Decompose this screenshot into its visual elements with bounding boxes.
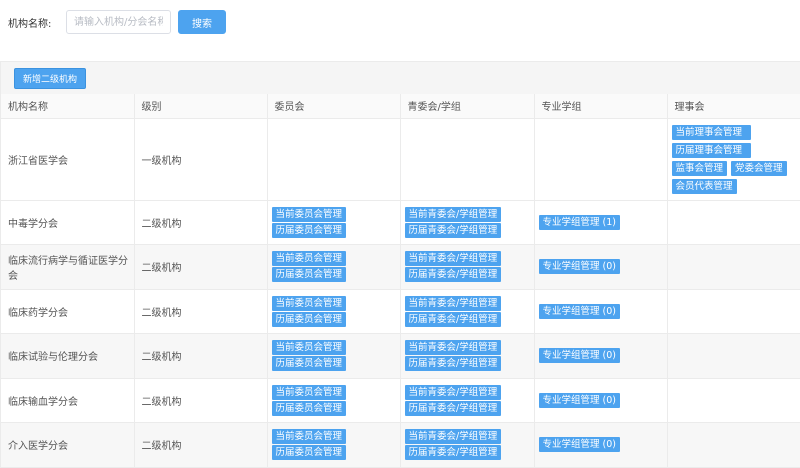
specialty-group-cell: 专业学组管理 (0) — [534, 289, 668, 334]
past-youth-committee-button[interactable]: 历届青委会/学组管理 — [404, 400, 502, 416]
committee-cell — [267, 118, 401, 201]
current-youth-committee-button[interactable]: 当前青委会/学组管理 — [404, 429, 502, 445]
current-youth-committee-button[interactable]: 当前青委会/学组管理 — [404, 384, 502, 400]
table-header-row: 机构名称 级别 委员会 青委会/学组 专业学组 理事会 — [1, 94, 800, 119]
member-representatives-button[interactable]: 会员代表管理 — [671, 178, 737, 194]
past-committee-button[interactable]: 历届委员会管理 — [271, 267, 347, 283]
search-button[interactable]: 搜索 — [178, 10, 226, 34]
org-level-cell: 二级机构 — [134, 378, 268, 423]
council-cell: 当前理事会管理 历届理事会管理 监事会管理 党委会管理 会员代表管理 — [667, 118, 800, 201]
specialty-group-button[interactable]: 专业学组管理 (0) — [538, 348, 620, 364]
org-name-cell: 中毒学分会 — [1, 200, 135, 245]
current-committee-button[interactable]: 当前委员会管理 — [271, 251, 347, 267]
org-level-cell: 二级机构 — [134, 200, 268, 245]
add-secondary-org-button[interactable]: 新增二级机构 — [14, 67, 87, 89]
past-youth-committee-button[interactable]: 历届青委会/学组管理 — [404, 267, 502, 283]
org-level-cell: 一级机构 — [134, 118, 268, 201]
header-committee: 委员会 — [267, 94, 401, 119]
council-cell — [667, 289, 800, 334]
search-input[interactable] — [66, 10, 171, 34]
org-panel: 新增二级机构 机构名称 级别 委员会 青委会/学组 专业学组 理事会 浙江省医学… — [0, 61, 800, 468]
specialty-group-button[interactable]: 专业学组管理 (0) — [538, 303, 620, 319]
current-committee-button[interactable]: 当前委员会管理 — [271, 384, 347, 400]
table-row: 浙江省医学会 一级机构 当前理事会管理 历届理事会管理 监事会管理 党委会管理 … — [1, 118, 800, 201]
youth-committee-cell: 当前青委会/学组管理 历届青委会/学组管理 — [400, 333, 535, 379]
current-youth-committee-button[interactable]: 当前青委会/学组管理 — [404, 251, 502, 267]
past-committee-button[interactable]: 历届委员会管理 — [271, 222, 347, 238]
past-youth-committee-button[interactable]: 历届青委会/学组管理 — [404, 445, 502, 461]
current-council-button[interactable]: 当前理事会管理 — [671, 124, 751, 140]
committee-cell: 当前委员会管理 历届委员会管理 — [267, 200, 401, 245]
current-committee-button[interactable]: 当前委员会管理 — [271, 295, 347, 311]
specialty-group-cell: 专业学组管理 (0) — [534, 244, 668, 290]
youth-committee-cell: 当前青委会/学组管理 历届青委会/学组管理 — [400, 422, 535, 468]
table-row: 临床药学分会 二级机构 当前委员会管理 历届委员会管理 当前青委会/学组管理 历届青委会/… — [1, 289, 800, 334]
council-cell — [667, 333, 800, 379]
org-table: 机构名称 级别 委员会 青委会/学组 专业学组 理事会 浙江省医学会 一级机构 … — [1, 94, 800, 468]
council-cell — [667, 244, 800, 290]
committee-cell: 当前委员会管理 历届委员会管理 — [267, 289, 401, 334]
table-row: 临床试验与伦理分会 二级机构 当前委员会管理 历届委员会管理 当前青委会/学组管理 历届青… — [1, 333, 800, 379]
committee-cell: 当前委员会管理 历届委员会管理 — [267, 378, 401, 423]
specialty-group-cell: 专业学组管理 (1) — [534, 200, 668, 245]
past-committee-button[interactable]: 历届委员会管理 — [271, 356, 347, 372]
specialty-group-cell: 专业学组管理 (0) — [534, 422, 668, 468]
table-row: 临床流行病学与循证医学分会 二级机构 当前委员会管理 历届委员会管理 当前青委会/学组管… — [1, 244, 800, 290]
search-label: 机构名称: — [8, 18, 52, 30]
current-committee-button[interactable]: 当前委员会管理 — [271, 429, 347, 445]
youth-committee-cell: 当前青委会/学组管理 历届青委会/学组管理 — [400, 200, 535, 245]
youth-committee-cell: 当前青委会/学组管理 历届青委会/学组管理 — [400, 244, 535, 290]
past-youth-committee-button[interactable]: 历届青委会/学组管理 — [404, 222, 502, 238]
org-name-cell: 临床输血学分会 — [1, 378, 135, 423]
current-committee-button[interactable]: 当前委员会管理 — [271, 206, 347, 222]
specialty-group-button[interactable]: 专业学组管理 (1) — [538, 214, 620, 230]
header-specialty-group: 专业学组 — [534, 94, 668, 119]
past-council-button[interactable]: 历届理事会管理 — [671, 142, 751, 158]
specialty-group-button[interactable]: 专业学组管理 (0) — [538, 259, 620, 275]
committee-cell: 当前委员会管理 历届委员会管理 — [267, 422, 401, 468]
header-level: 级别 — [134, 94, 268, 119]
past-youth-committee-button[interactable]: 历届青委会/学组管理 — [404, 311, 502, 327]
specialty-group-cell: 专业学组管理 (0) — [534, 378, 668, 423]
past-committee-button[interactable]: 历届委员会管理 — [271, 400, 347, 416]
org-name-cell: 临床药学分会 — [1, 289, 135, 334]
org-level-cell: 二级机构 — [134, 333, 268, 379]
header-council: 理事会 — [667, 94, 800, 119]
current-youth-committee-button[interactable]: 当前青委会/学组管理 — [404, 340, 502, 356]
specialty-group-button[interactable]: 专业学组管理 (0) — [538, 392, 620, 408]
party-committee-button[interactable]: 党委会管理 — [731, 160, 787, 176]
table-row: 临床输血学分会 二级机构 当前委员会管理 历届委员会管理 当前青委会/学组管理 历届青委会… — [1, 378, 800, 423]
header-org-name: 机构名称 — [1, 94, 135, 119]
table-row: 介入医学分会 二级机构 当前委员会管理 历届委员会管理 当前青委会/学组管理 历届青委会/… — [1, 422, 800, 468]
org-name-cell: 临床试验与伦理分会 — [1, 333, 135, 379]
current-youth-committee-button[interactable]: 当前青委会/学组管理 — [404, 206, 502, 222]
org-level-cell: 二级机构 — [134, 422, 268, 468]
committee-cell: 当前委员会管理 历届委员会管理 — [267, 244, 401, 290]
youth-committee-cell — [400, 118, 535, 201]
youth-committee-cell: 当前青委会/学组管理 历届青委会/学组管理 — [400, 378, 535, 423]
current-committee-button[interactable]: 当前委员会管理 — [271, 340, 347, 356]
org-level-cell: 二级机构 — [134, 244, 268, 290]
council-cell — [667, 200, 800, 245]
specialty-group-button[interactable]: 专业学组管理 (0) — [538, 437, 620, 453]
supervisory-board-button[interactable]: 监事会管理 — [671, 160, 728, 176]
current-youth-committee-button[interactable]: 当前青委会/学组管理 — [404, 295, 502, 311]
specialty-group-cell — [534, 118, 668, 201]
table-row: 中毒学分会 二级机构 当前委员会管理 历届委员会管理 当前青委会/学组管理 历届青委会/学… — [1, 200, 800, 245]
toolbar: 新增二级机构 — [1, 62, 800, 94]
specialty-group-cell: 专业学组管理 (0) — [534, 333, 668, 379]
youth-committee-cell: 当前青委会/学组管理 历届青委会/学组管理 — [400, 289, 535, 334]
past-committee-button[interactable]: 历届委员会管理 — [271, 311, 347, 327]
council-cell — [667, 378, 800, 423]
committee-cell: 当前委员会管理 历届委员会管理 — [267, 333, 401, 379]
past-committee-button[interactable]: 历届委员会管理 — [271, 445, 347, 461]
past-youth-committee-button[interactable]: 历届青委会/学组管理 — [404, 356, 502, 372]
org-name-cell: 介入医学分会 — [1, 422, 135, 468]
org-name-cell: 临床流行病学与循证医学分会 — [1, 244, 135, 290]
org-name-cell: 浙江省医学会 — [1, 118, 135, 201]
search-bar: 机构名称: 搜索 — [8, 10, 226, 34]
org-level-cell: 二级机构 — [134, 289, 268, 334]
header-youth-committee: 青委会/学组 — [400, 94, 535, 119]
council-cell — [667, 422, 800, 468]
